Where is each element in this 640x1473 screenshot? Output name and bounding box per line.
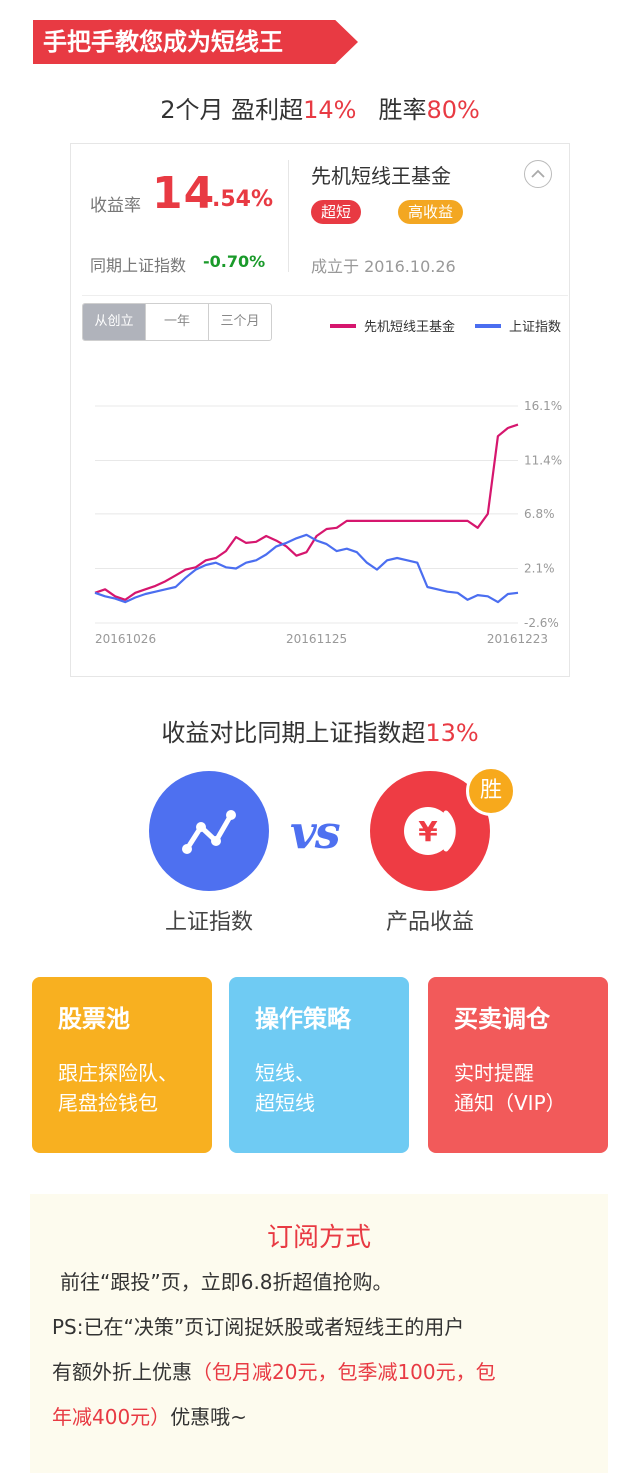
index-label-text: 上证指数	[164, 910, 253, 935]
y-tick-label: 6.8%	[524, 507, 555, 521]
subscribe-line-3: 有额外折上优惠（包月减20元，包季减100元，包	[52, 1350, 496, 1395]
headline-prefix: 2个月 盈利超	[160, 96, 304, 124]
headline-winrate: 80%	[426, 96, 480, 124]
feature-line: 短线、	[255, 1061, 315, 1085]
feature-line: 超短线	[255, 1091, 315, 1115]
subscribe-discount-annual: 年减400元）	[52, 1405, 171, 1429]
product-label-text: 产品收益	[385, 910, 474, 935]
headline: 2个月 盈利超14% 胜率80%	[0, 90, 640, 125]
feature-line: 通知（VIP）	[454, 1091, 566, 1115]
card-divider	[288, 160, 289, 272]
y-tick-label: 11.4%	[524, 454, 562, 468]
card-divider-horizontal	[82, 295, 568, 296]
y-tick-label: 2.1%	[524, 561, 555, 575]
feature-stock-pool[interactable]: 股票池 跟庄探险队、 尾盘捡钱包	[32, 977, 212, 1153]
tab-one-year[interactable]: 一年	[145, 304, 208, 340]
subscribe-line-4: 年减400元）优惠哦~	[52, 1395, 247, 1440]
compare-title-prefix: 收益对比同期上证指数超	[161, 719, 426, 747]
legend-index: 上证指数	[475, 316, 561, 335]
founded-date: 成立于 2016.10.26	[311, 257, 456, 276]
feature-strategy[interactable]: 操作策略 短线、 超短线	[229, 977, 409, 1153]
yield-label: 收益率	[90, 196, 141, 216]
performance-chart: 16.1% 11.4% 6.8% 2.1% -2.6% 20161026 20161125 2…	[94, 399, 562, 646]
compare-title: 收益对比同期上证指数超13%	[0, 713, 640, 748]
y-tick-label: 16.1%	[524, 399, 562, 413]
feature-title: 操作策略	[255, 1005, 351, 1033]
feature-title: 股票池	[58, 1005, 130, 1033]
chevron-up-icon	[531, 169, 545, 178]
tag-high-yield: 高收益	[398, 200, 464, 224]
subscribe-line-4-suffix: 优惠哦~	[170, 1405, 247, 1429]
legend-fund: 先机短线王基金	[330, 316, 455, 335]
headline-profit: 14%	[303, 96, 357, 124]
legend-index-swatch	[475, 323, 501, 328]
yield-decimal: .54%	[212, 187, 274, 212]
subscribe-line-2: PS:已在“决策”页订阅捉妖股或者短线王的用户	[52, 1315, 465, 1339]
fund-series-line	[94, 423, 519, 601]
period-tabs: 从创立 一年 三个月	[82, 303, 272, 341]
trend-chart-icon	[182, 810, 236, 854]
title-banner: 手把手教您成为短线王	[33, 20, 358, 64]
x-tick-label: 20161125	[286, 632, 347, 646]
feature-line: 实时提醒	[454, 1061, 534, 1085]
subscribe-title: 订阅方式	[266, 1223, 371, 1253]
y-tick-label: -2.6%	[524, 616, 559, 630]
index-label: 同期上证指数	[90, 256, 187, 275]
headline-mid: 胜率	[378, 96, 427, 124]
feature-trading[interactable]: 买卖调仓 实时提醒 通知（VIP）	[428, 977, 608, 1153]
index-value: -0.70%	[203, 252, 266, 271]
collapse-button[interactable]	[524, 160, 552, 188]
feature-line: 跟庄探险队、	[58, 1061, 178, 1085]
vs-text: vs	[290, 805, 341, 859]
tab-three-months[interactable]: 三个月	[208, 304, 271, 340]
subscribe-line-3-prefix: 有额外折上优惠	[52, 1360, 192, 1384]
subscribe-line-1: 前往“跟投”页，立即6.8折超值抢购。	[60, 1270, 393, 1294]
subscribe-discount: （包月减20元，包季减100元，包	[192, 1360, 496, 1384]
win-badge: 胜	[466, 766, 516, 816]
fund-name: 先机短线王基金	[311, 164, 451, 188]
x-tick-label: 20161026	[95, 632, 156, 646]
tag-short: 超短	[311, 200, 362, 224]
feature-title: 买卖调仓	[454, 1005, 550, 1033]
yield-integer: 14	[152, 168, 216, 219]
legend-index-label: 上证指数	[509, 320, 562, 335]
x-tick-label: 20161223	[487, 632, 548, 646]
legend-fund-label: 先机短线王基金	[364, 320, 456, 335]
feature-line: 尾盘捡钱包	[58, 1091, 158, 1115]
legend-fund-swatch	[330, 323, 356, 328]
index-circle	[149, 771, 269, 891]
currency-symbol: ¥	[418, 815, 438, 848]
tab-since-inception[interactable]: 从创立	[83, 304, 145, 340]
compare-title-value: 13%	[425, 719, 479, 747]
